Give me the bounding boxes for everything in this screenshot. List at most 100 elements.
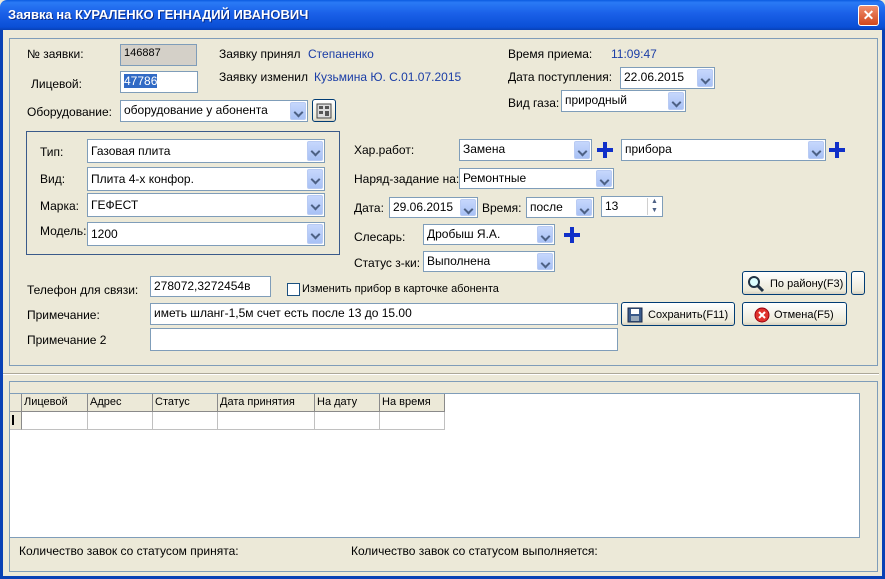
floppy-disk-icon	[627, 307, 643, 323]
note-field[interactable]: иметь шланг-1,5м счет есть после 13 до 1…	[150, 303, 618, 325]
arrival-date-picker[interactable]: 22.06.2015	[620, 67, 715, 89]
task-label: Наряд-задание на:	[354, 172, 460, 186]
chevron-down-icon	[596, 170, 612, 187]
spinner-arrows-icon[interactable]: ▲ ▼	[647, 198, 661, 215]
grid-header-on-date[interactable]: На дату	[315, 394, 380, 412]
row-indicator	[10, 412, 22, 430]
calculator-button[interactable]	[312, 99, 336, 122]
device-kind-value: Плита 4-х конфор.	[91, 172, 194, 186]
equipment-value: оборудование у абонента	[124, 103, 268, 117]
status-select[interactable]: Выполнена	[423, 251, 555, 272]
work-char-select[interactable]: Замена	[459, 139, 592, 161]
extra-button[interactable]	[851, 271, 865, 295]
grid-header-accept-date[interactable]: Дата принятия	[218, 394, 315, 412]
change-device-checkbox[interactable]	[287, 283, 300, 296]
device-brand-select[interactable]: ГЕФЕСТ	[87, 193, 325, 217]
cancel-button[interactable]: Отмена(F5)	[742, 302, 847, 326]
account-field[interactable]: 47786	[120, 71, 198, 93]
time-value: после	[530, 200, 563, 214]
task-value: Ремонтные	[463, 171, 527, 185]
requests-grid[interactable]: Лицевой Адрес Статус Дата принятия На да…	[9, 393, 860, 538]
save-button[interactable]: Сохранить(F11)	[621, 302, 735, 326]
magnifier-icon	[748, 276, 765, 293]
grid-cell[interactable]	[153, 412, 218, 430]
by-district-label: По району(F3)	[770, 278, 844, 290]
equipment-label: Оборудование:	[27, 105, 112, 119]
reception-time-label: Время приема:	[508, 47, 593, 61]
fitter-value: Дробыш Я.А.	[427, 227, 501, 241]
calculator-icon	[316, 103, 332, 119]
chevron-down-icon	[290, 102, 306, 120]
gas-type-select[interactable]: природный	[561, 90, 686, 112]
task-select[interactable]: Ремонтные	[459, 168, 614, 189]
device-type-select[interactable]: Газовая плита	[87, 139, 325, 163]
chevron-down-icon	[697, 69, 713, 87]
date-value: 29.06.2015	[393, 200, 454, 214]
time-hour-value: 13	[605, 199, 619, 213]
grid-header-status[interactable]: Статус	[153, 394, 218, 412]
equipment-select[interactable]: оборудование у абонента	[120, 100, 308, 122]
date-label: Дата:	[354, 201, 384, 215]
chevron-down-icon	[307, 195, 323, 215]
work-char-value: Замена	[463, 142, 506, 156]
device-model-label: Модель:	[40, 224, 87, 238]
note2-field[interactable]	[150, 328, 618, 351]
device-model-value: 1200	[91, 227, 118, 241]
date-picker[interactable]: 29.06.2015	[389, 197, 478, 218]
device-brand-label: Марка:	[40, 199, 79, 213]
account-value: 47786	[124, 74, 158, 88]
reception-time-value: 11:09:47	[611, 47, 657, 61]
work-object-value: прибора	[625, 142, 672, 156]
grid-header-account[interactable]: Лицевой	[22, 394, 88, 412]
gas-type-label: Вид газа:	[508, 96, 560, 110]
device-kind-label: Вид:	[40, 172, 66, 186]
cancel-icon	[754, 307, 770, 323]
arrival-date-value: 22.06.2015	[624, 70, 685, 84]
chevron-down-icon	[460, 199, 476, 216]
grid-cell[interactable]	[22, 412, 88, 430]
window-title: Заявка на КУРАЛЕНКО ГЕННАДИЙ ИВАНОВИЧ	[8, 7, 309, 22]
add-icon[interactable]	[828, 141, 846, 159]
chevron-down-icon	[668, 92, 684, 110]
add-icon[interactable]	[563, 226, 581, 244]
by-district-button[interactable]: По району(F3)	[742, 271, 847, 295]
order-no-field: 146887	[120, 44, 197, 66]
count-accepted-label: Количество завок со статусом принята:	[19, 544, 239, 558]
device-kind-select[interactable]: Плита 4-х конфор.	[87, 167, 325, 191]
grid-cell[interactable]	[380, 412, 445, 430]
change-device-label: Изменить прибор в карточке абонента	[302, 283, 499, 295]
chevron-down-icon	[537, 226, 553, 243]
grid-header-on-time[interactable]: На время	[380, 394, 445, 412]
close-icon[interactable]: ✕	[858, 5, 879, 26]
time-label: Время:	[482, 201, 522, 215]
accepted-by-value: Степаненко	[308, 47, 374, 61]
grid-header-address[interactable]: Адрес	[88, 394, 153, 412]
title-bar[interactable]: Заявка на КУРАЛЕНКО ГЕННАДИЙ ИВАНОВИЧ ✕	[0, 0, 885, 30]
status-value: Выполнена	[427, 254, 491, 268]
arrival-date-label: Дата поступления:	[508, 70, 613, 84]
chevron-down-icon	[537, 253, 553, 270]
time-select[interactable]: после	[526, 197, 594, 218]
device-model-select[interactable]: 1200	[87, 222, 325, 246]
chevron-down-icon	[576, 199, 592, 216]
status-label: Статус з-ки:	[354, 256, 421, 270]
work-char-label: Хар.работ:	[354, 143, 415, 157]
grid-cell[interactable]	[218, 412, 315, 430]
count-in-progress-label: Количество завок со статусом выполняется…	[351, 544, 598, 558]
add-icon[interactable]	[596, 141, 614, 159]
save-label: Сохранить(F11)	[648, 309, 729, 321]
grid-cell[interactable]	[315, 412, 380, 430]
accepted-by-label: Заявку принял	[219, 47, 301, 61]
row-pointer-icon	[12, 415, 14, 425]
grid-cell[interactable]	[88, 412, 153, 430]
note-label: Примечание:	[27, 308, 100, 322]
fitter-select[interactable]: Дробыш Я.А.	[423, 224, 555, 245]
device-type-label: Тип:	[40, 145, 64, 159]
time-hour-spinner[interactable]: 13 ▲ ▼	[601, 196, 663, 217]
chevron-down-icon	[307, 224, 323, 244]
note2-label: Примечание 2	[27, 333, 107, 347]
gas-type-value: природный	[565, 93, 627, 107]
work-object-select[interactable]: прибора	[621, 139, 826, 161]
order-no-label: № заявки:	[27, 47, 84, 61]
phone-field[interactable]: 278072,3272454в	[150, 276, 271, 297]
